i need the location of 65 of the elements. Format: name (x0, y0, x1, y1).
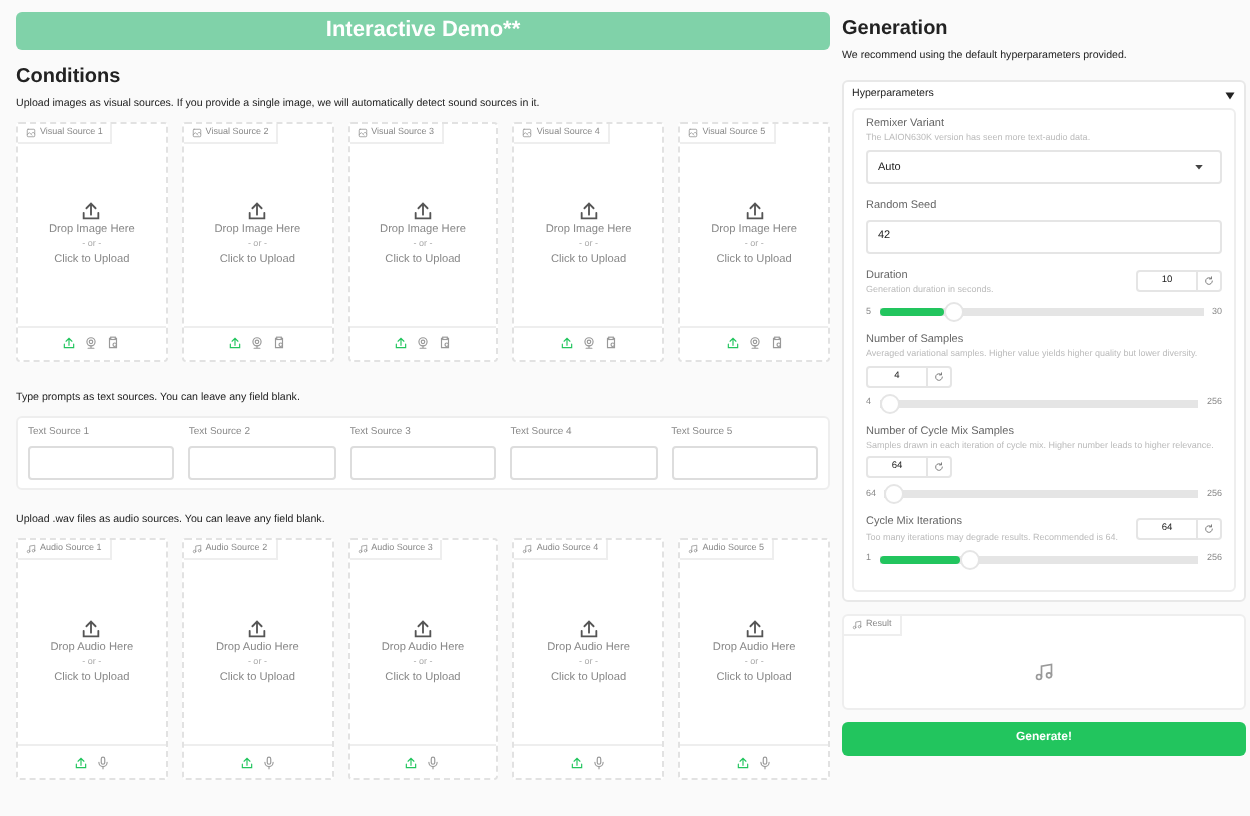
microphone-icon[interactable] (592, 755, 607, 770)
webcam-icon[interactable] (581, 336, 596, 351)
upload-icon (411, 200, 434, 223)
clipboard-icon[interactable] (437, 336, 452, 351)
header-banner: Interactive Demo** (16, 12, 830, 50)
webcam-icon[interactable] (84, 336, 99, 351)
upload-icon[interactable] (393, 336, 408, 351)
input-field[interactable] (510, 446, 658, 481)
webcam-icon[interactable] (747, 336, 762, 351)
music-note-icon (852, 619, 862, 630)
upload-icon[interactable] (228, 336, 243, 351)
upload-icon[interactable] (570, 755, 585, 770)
section-title: Generation (842, 16, 950, 44)
music-note-icon (191, 544, 202, 555)
microphone-icon[interactable] (261, 755, 276, 770)
input-field[interactable] (188, 446, 336, 481)
upload-icon[interactable] (73, 755, 88, 770)
triangle-icon[interactable] (1224, 89, 1236, 102)
clipboard-icon[interactable] (106, 336, 121, 351)
upload-icon (246, 617, 269, 640)
webcam-icon[interactable] (415, 336, 430, 351)
upload-icon[interactable] (62, 336, 77, 351)
input-field[interactable] (671, 446, 819, 481)
microphone-icon[interactable] (95, 755, 110, 770)
clipboard-icon[interactable] (603, 336, 618, 351)
input-field[interactable] (28, 446, 175, 481)
reset-icon (1204, 276, 1214, 287)
slider-thumb[interactable] (959, 549, 979, 570)
upload-icon[interactable] (404, 755, 419, 770)
upload-icon[interactable] (239, 755, 254, 770)
slider-thumb[interactable] (884, 484, 905, 505)
caret-icon (1194, 162, 1204, 173)
upload-icon[interactable] (736, 755, 751, 770)
clipboard-icon[interactable] (769, 336, 784, 351)
music-note-icon (522, 544, 533, 555)
reset-icon (934, 462, 944, 473)
microphone-icon[interactable] (426, 755, 441, 770)
image-icon (191, 127, 202, 138)
upload-icon (743, 617, 766, 640)
music-note-icon (26, 544, 36, 555)
reset-icon (934, 371, 944, 382)
upload-icon (411, 617, 434, 640)
slider-thumb[interactable] (944, 302, 964, 323)
upload-icon (577, 617, 600, 640)
upload-icon (80, 200, 103, 223)
image-icon (26, 127, 36, 138)
upload-icon (577, 200, 600, 223)
image-icon (688, 127, 699, 138)
music-note-icon (1034, 661, 1054, 682)
slider-thumb[interactable] (879, 393, 900, 414)
image-icon (357, 127, 368, 138)
clipboard-icon[interactable] (272, 336, 287, 351)
input-field[interactable] (349, 446, 497, 481)
reset-icon (1204, 524, 1214, 535)
image-icon (522, 127, 533, 138)
microphone-icon[interactable] (758, 755, 773, 770)
upload-icon (246, 200, 269, 223)
upload-icon (80, 617, 103, 640)
upload-icon[interactable] (725, 336, 740, 351)
section-title: Conditions (16, 64, 123, 92)
music-note-icon (688, 544, 699, 555)
music-note-icon (357, 544, 368, 555)
upload-icon[interactable] (559, 336, 574, 351)
webcam-icon[interactable] (250, 336, 265, 351)
upload-icon (743, 200, 766, 223)
